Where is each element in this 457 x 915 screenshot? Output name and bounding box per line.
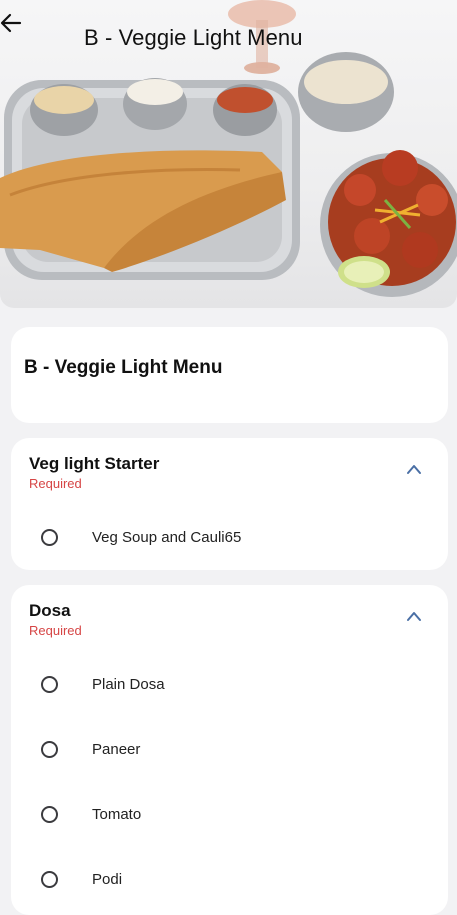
- back-button[interactable]: [0, 13, 56, 60]
- option-group-veg-light-starter: Veg light Starter Required Veg Soup and …: [11, 438, 448, 570]
- option-label: Podi: [92, 870, 123, 888]
- collapse-button[interactable]: [406, 462, 422, 474]
- option-plain-dosa[interactable]: Plain Dosa: [11, 656, 448, 712]
- required-label: Required: [29, 476, 82, 491]
- group-name: Veg light Starter: [29, 454, 160, 473]
- option-veg-soup-and-cauli65[interactable]: Veg Soup and Cauli65: [11, 509, 448, 565]
- chevron-up-icon: [407, 465, 421, 474]
- group-header: Veg light Starter Required: [29, 454, 159, 491]
- hero-food-image: B - Veggie Light Menu: [0, 0, 457, 308]
- option-label: Veg Soup and Cauli65: [92, 528, 242, 546]
- option-label: Paneer: [92, 740, 141, 758]
- collapse-button[interactable]: [406, 609, 422, 621]
- option-tomato[interactable]: Tomato: [11, 786, 448, 842]
- chevron-up-icon: [407, 612, 421, 621]
- radio-button[interactable]: [41, 675, 58, 693]
- radio-button[interactable]: [41, 740, 58, 758]
- group-name: Dosa: [29, 601, 71, 620]
- required-label: Required: [29, 623, 82, 638]
- app-bar: B - Veggie Light Menu: [0, 12, 457, 64]
- option-podi[interactable]: Podi: [11, 851, 448, 907]
- option-label: Plain Dosa: [92, 675, 165, 693]
- option-group-dosa: Dosa Required Plain Dosa Paneer Tomato P…: [11, 585, 448, 915]
- group-header: Dosa Required: [29, 601, 82, 638]
- page-title: B - Veggie Light Menu: [84, 25, 303, 50]
- radio-button[interactable]: [41, 528, 58, 546]
- menu-title-card: B - Veggie Light Menu: [11, 327, 448, 423]
- radio-button[interactable]: [41, 870, 58, 888]
- arrow-left-icon: [0, 13, 22, 33]
- radio-button[interactable]: [41, 805, 58, 823]
- menu-title: B - Veggie Light Menu: [24, 357, 223, 378]
- option-label: Tomato: [92, 805, 142, 823]
- option-paneer[interactable]: Paneer: [11, 721, 448, 777]
